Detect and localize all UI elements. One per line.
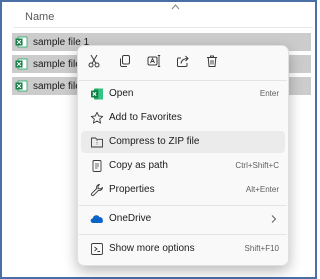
menu-separator — [79, 205, 287, 206]
copy-path-icon — [92, 160, 102, 172]
context-menu: Open Enter Add to Favorites Compress to … — [77, 45, 289, 266]
menu-item-label: Add to Favorites — [109, 112, 182, 123]
menu-item-show-more-options[interactable]: Show more options Shift+F10 — [81, 238, 285, 260]
menu-item-label: Copy as path — [109, 160, 168, 171]
excel-file-icon — [15, 58, 28, 70]
menu-item-shortcut: Enter — [259, 89, 279, 98]
menu-item-shortcut: Ctrl+Shift+C — [235, 161, 279, 170]
excel-file-icon — [15, 80, 28, 92]
sort-ascending-icon[interactable] — [171, 3, 180, 10]
quick-actions-bar — [78, 46, 288, 79]
zip-folder-icon — [91, 137, 103, 148]
onedrive-cloud-icon — [90, 215, 103, 224]
chevron-right-icon — [271, 215, 277, 223]
menu-item-label: Properties — [109, 184, 155, 195]
share-icon[interactable] — [176, 54, 190, 68]
header-divider — [14, 27, 313, 28]
file-name: sample file — [33, 80, 81, 92]
menu-separator — [79, 80, 287, 81]
cut-icon[interactable] — [87, 54, 101, 68]
menu-item-label: Compress to ZIP file — [109, 136, 200, 147]
wrench-icon — [90, 184, 103, 197]
file-name: sample file — [33, 58, 81, 70]
excel-file-icon — [15, 36, 28, 48]
menu-item-shortcut: Shift+F10 — [244, 244, 279, 253]
star-icon — [90, 111, 104, 124]
menu-item-copy-as-path[interactable]: Copy as path Ctrl+Shift+C — [81, 155, 285, 177]
menu-item-add-to-favorites[interactable]: Add to Favorites — [81, 107, 285, 129]
menu-item-label: OneDrive — [109, 213, 152, 224]
menu-item-label: Show more options — [109, 243, 195, 254]
column-header-name[interactable]: Name — [25, 11, 54, 23]
menu-item-onedrive[interactable]: OneDrive — [81, 208, 285, 230]
copy-icon[interactable] — [118, 54, 132, 68]
menu-separator — [79, 234, 287, 235]
show-more-options-icon — [91, 243, 103, 255]
menu-item-compress-to-zip[interactable]: Compress to ZIP file — [81, 131, 285, 153]
menu-item-open[interactable]: Open Enter — [81, 83, 285, 105]
menu-item-properties[interactable]: Properties Alt+Enter — [81, 179, 285, 201]
rename-icon[interactable] — [147, 54, 161, 68]
delete-icon[interactable] — [205, 54, 219, 68]
menu-item-shortcut: Alt+Enter — [245, 185, 279, 194]
menu-item-label: Open — [109, 88, 134, 99]
excel-app-icon — [91, 88, 103, 100]
